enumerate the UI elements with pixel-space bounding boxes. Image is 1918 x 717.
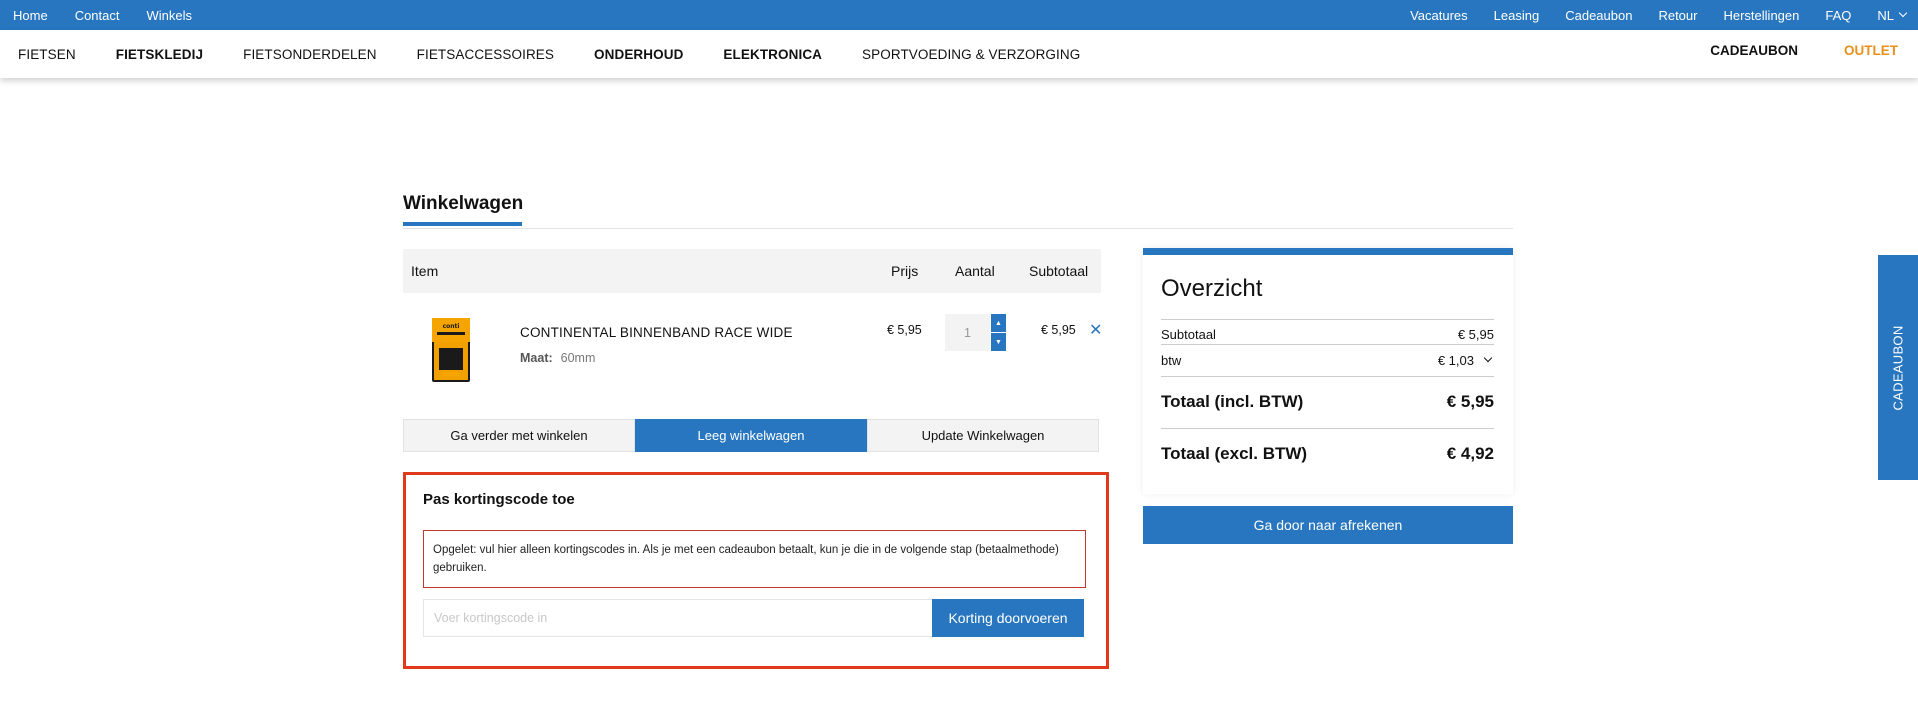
update-cart-button[interactable]: Update Winkelwagen [867,419,1099,452]
nav-fietsonderdelen[interactable]: FIETSONDERDELEN [243,47,377,62]
product-name[interactable]: CONTINENTAL BINNENBAND RACE WIDE [520,325,793,340]
summary-subtotal-value: € 5,95 [1457,327,1494,342]
nav-sportvoeding[interactable]: SPORTVOEDING & VERZORGING [862,47,1080,62]
summary-total-excl-row: Totaal (excl. BTW) € 4,92 [1161,428,1494,480]
nav-fietskledij[interactable]: FIETSKLEDIJ [116,47,203,62]
size-value: 60mm [560,351,596,365]
top-bar-right-links: Vacatures Leasing Cadeaubon Retour Herst… [1410,0,1908,30]
cart-item-row: conti CONTINENTAL BINNENBAND RACE WIDE M… [403,300,1102,390]
summary-total-excl-label: Totaal (excl. BTW) [1161,444,1308,463]
nav-cadeaubon[interactable]: CADEAUBON [1710,43,1798,58]
top-link-herstellingen[interactable]: Herstellingen [1723,8,1799,23]
chevron-down-icon [1898,8,1908,18]
top-link-leasing[interactable]: Leasing [1494,8,1540,23]
qty-increase-button[interactable]: ▲ [991,314,1006,332]
top-link-home[interactable]: Home [13,8,48,23]
coupon-code-input[interactable] [423,599,936,637]
nav-outlet[interactable]: OUTLET [1844,43,1898,58]
checkout-button[interactable]: Ga door naar afrekenen [1143,506,1513,544]
product-subtotal: € 5,95 [1041,323,1076,337]
top-bar: Home Contact Winkels Vacatures Leasing C… [0,0,1918,30]
triangle-down-icon: ▼ [995,338,1002,346]
triangle-up-icon: ▲ [995,319,1002,327]
header-subtotal: Subtotaal [1029,263,1089,279]
cart-table-header: Item Prijs Aantal Subtotaal [403,249,1101,293]
summary-subtotal-label: Subtotaal [1161,327,1216,342]
quantity-stepper: ▲ ▼ [945,314,1007,351]
cart-actions: Ga verder met winkelen Leeg winkelwagen … [403,419,1100,452]
header-qty: Aantal [955,263,995,279]
language-label: NL [1877,7,1894,23]
top-link-faq[interactable]: FAQ [1825,8,1851,23]
size-label: Maat: [520,351,553,365]
cadeaubon-side-tab[interactable]: CADEAUBON [1878,255,1918,480]
product-price: € 5,95 [887,323,922,337]
order-summary: Overzicht Subtotaal € 5,95 btw € 1,03 To… [1143,248,1513,494]
thumb-brand-text: conti [443,323,460,330]
top-link-cadeaubon[interactable]: Cadeaubon [1565,8,1632,23]
top-link-winkels[interactable]: Winkels [147,8,193,23]
summary-btw-row[interactable]: btw € 1,03 [1161,344,1494,376]
coupon-section: Pas kortingscode toe Opgelet: vul hier a… [403,472,1109,669]
apply-coupon-button[interactable]: Korting doorvoeren [932,599,1084,637]
nav-fietsaccessoires[interactable]: FIETSACCESSOIRES [417,47,554,62]
close-icon: ✕ [1089,322,1103,339]
top-bar-left-links: Home Contact Winkels [13,0,192,30]
top-link-contact[interactable]: Contact [75,8,120,23]
quantity-input[interactable] [945,314,990,351]
nav-onderhoud[interactable]: ONDERHOUD [594,47,683,62]
summary-btw-label: btw [1161,353,1182,368]
chevron-down-icon [1483,353,1493,364]
top-link-vacatures[interactable]: Vacatures [1410,8,1468,23]
divider [403,228,1513,229]
product-size: Maat: 60mm [520,351,595,365]
top-link-retour[interactable]: Retour [1658,8,1697,23]
coupon-title: Pas kortingscode toe [423,491,575,508]
nav-extra: CADEAUBON OUTLET [1710,30,1898,70]
header-price: Prijs [891,263,919,279]
header-item: Item [411,263,439,279]
title-underline [403,222,522,226]
summary-btw-value: € 1,03 [1437,353,1474,368]
summary-total-incl-row: Totaal (incl. BTW) € 5,95 [1161,376,1494,428]
summary-total-incl-value: € 5,95 [1446,392,1494,411]
side-tab-label: CADEAUBON [1890,324,1906,411]
category-menu: FIETSEN FIETSKLEDIJ FIETSONDERDELEN FIET… [18,30,1120,78]
nav-fietsen[interactable]: FIETSEN [18,47,76,62]
product-thumbnail[interactable]: conti [429,314,473,384]
page-title: Winkelwagen [403,193,524,214]
summary-subtotal-row: Subtotaal € 5,95 [1161,319,1494,344]
summary-total-excl-value: € 4,92 [1446,444,1494,463]
summary-total-incl-label: Totaal (incl. BTW) [1161,392,1304,411]
qty-decrease-button[interactable]: ▼ [991,333,1006,351]
clear-cart-button[interactable]: Leeg winkelwagen [635,419,867,452]
coupon-notice: Opgelet: vul hier alleen kortingscodes i… [423,530,1086,588]
continue-shopping-button[interactable]: Ga verder met winkelen [403,419,635,452]
language-selector[interactable]: NL [1877,7,1908,23]
summary-title: Overzicht [1161,275,1263,302]
remove-item-button[interactable]: ✕ [1089,320,1102,340]
nav-elektronica[interactable]: ELEKTRONICA [723,47,822,62]
main-nav: FIETSEN FIETSKLEDIJ FIETSONDERDELEN FIET… [0,30,1918,78]
